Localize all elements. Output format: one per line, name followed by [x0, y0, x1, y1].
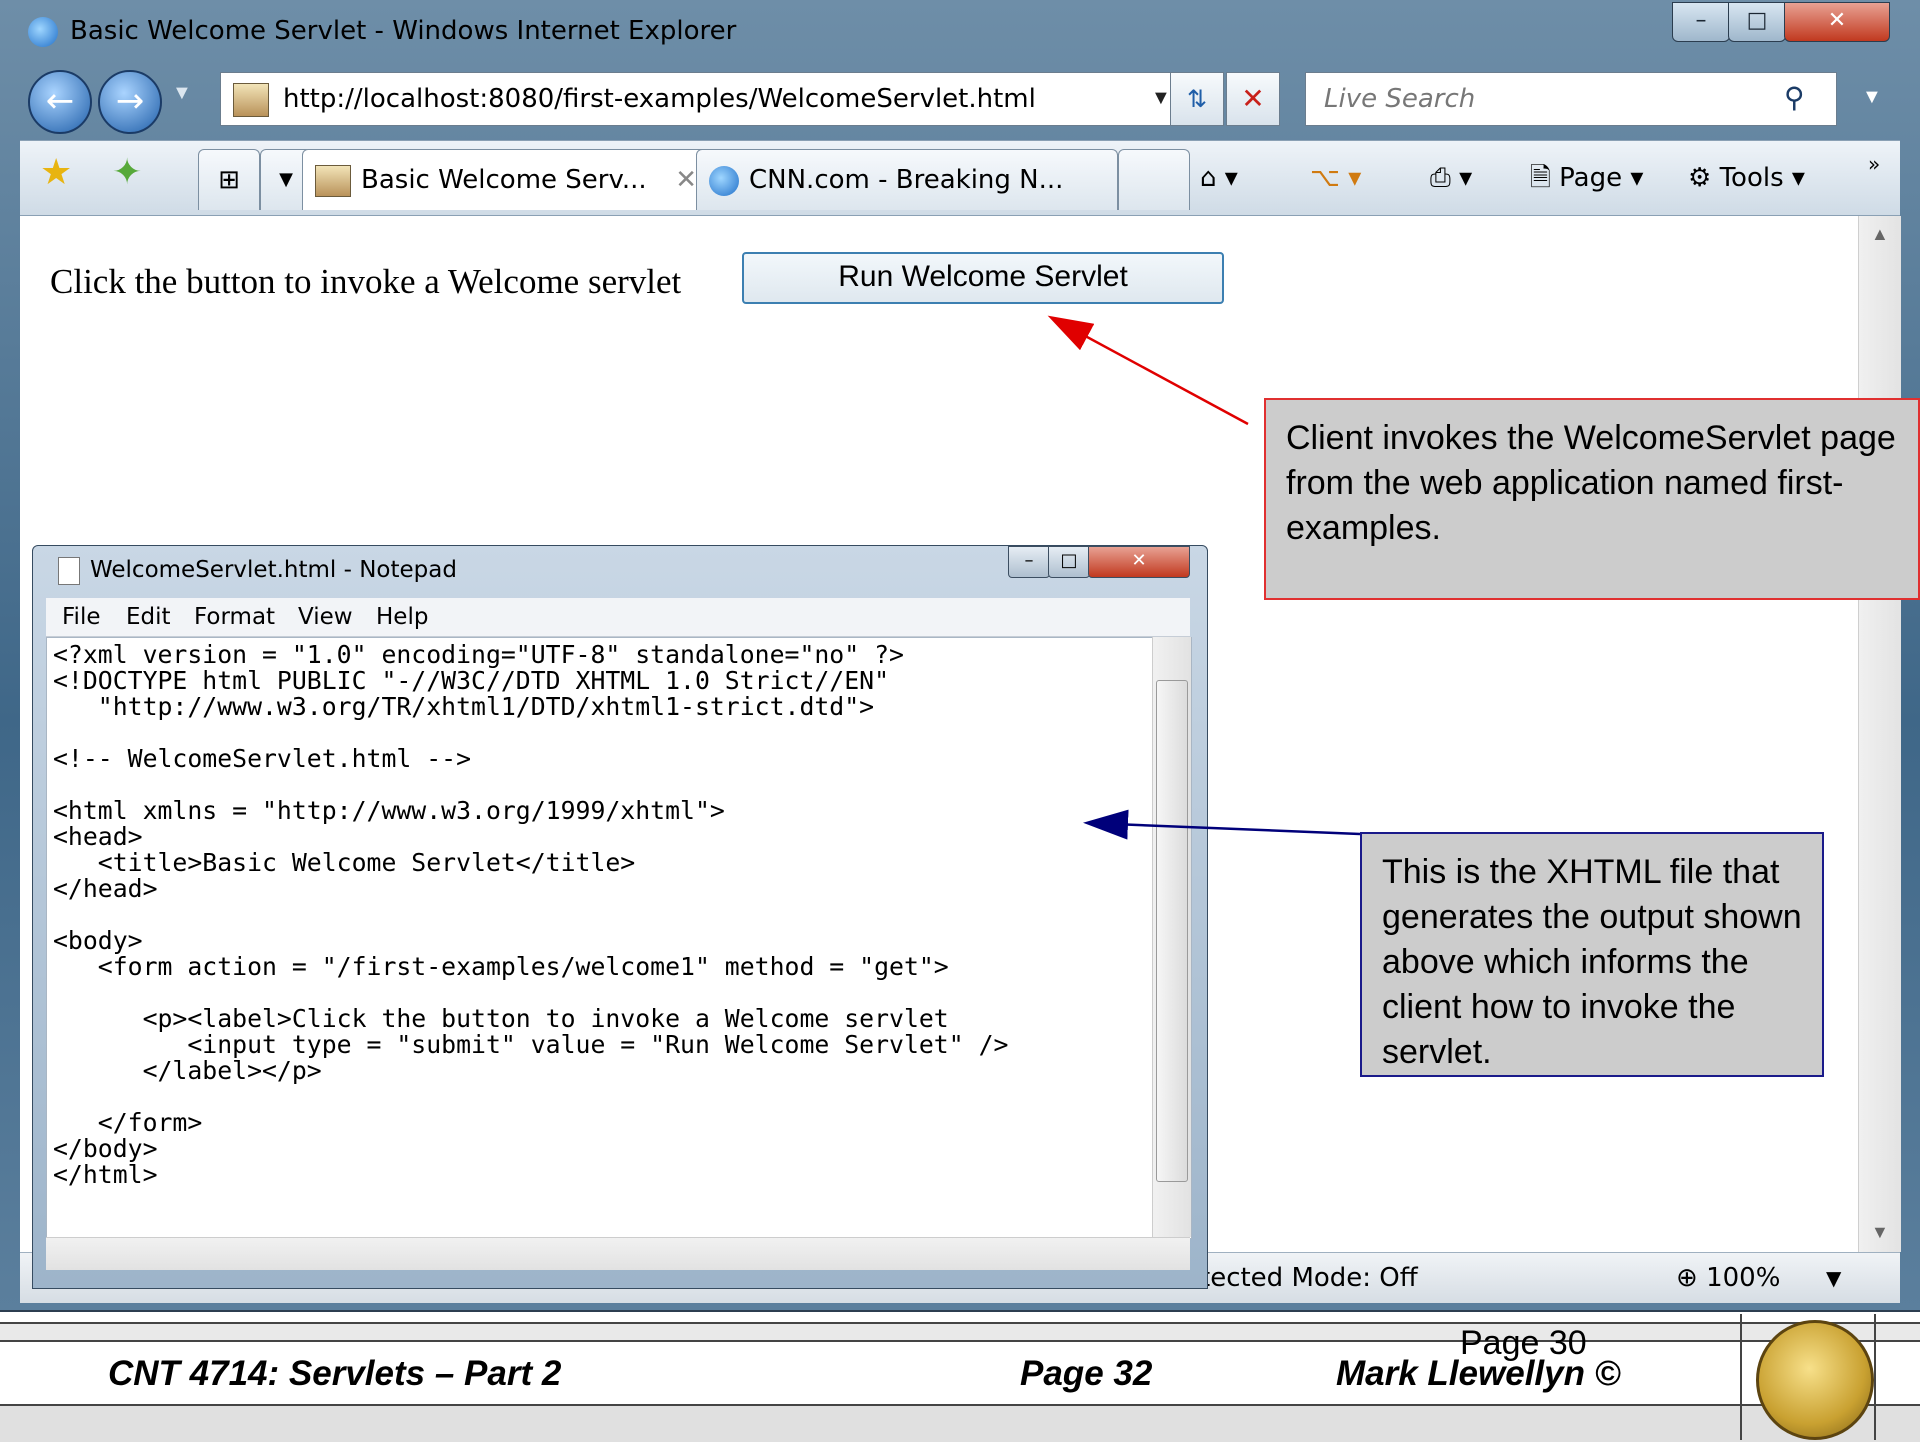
- arrow-to-code: [1083, 809, 1361, 840]
- footer-course: CNT 4714: Servlets – Part 2: [108, 1354, 562, 1393]
- university-logo-icon: [1756, 1320, 1874, 1440]
- footer-bottom-band: [0, 1404, 1920, 1442]
- arrow-to-button: [1047, 315, 1249, 426]
- footer-page: Page 32: [1020, 1354, 1153, 1393]
- footer-band: [0, 1322, 1920, 1342]
- annotation-arrows: [1047, 315, 1361, 840]
- footer-author: Mark Llewellyn ©: [1336, 1354, 1621, 1393]
